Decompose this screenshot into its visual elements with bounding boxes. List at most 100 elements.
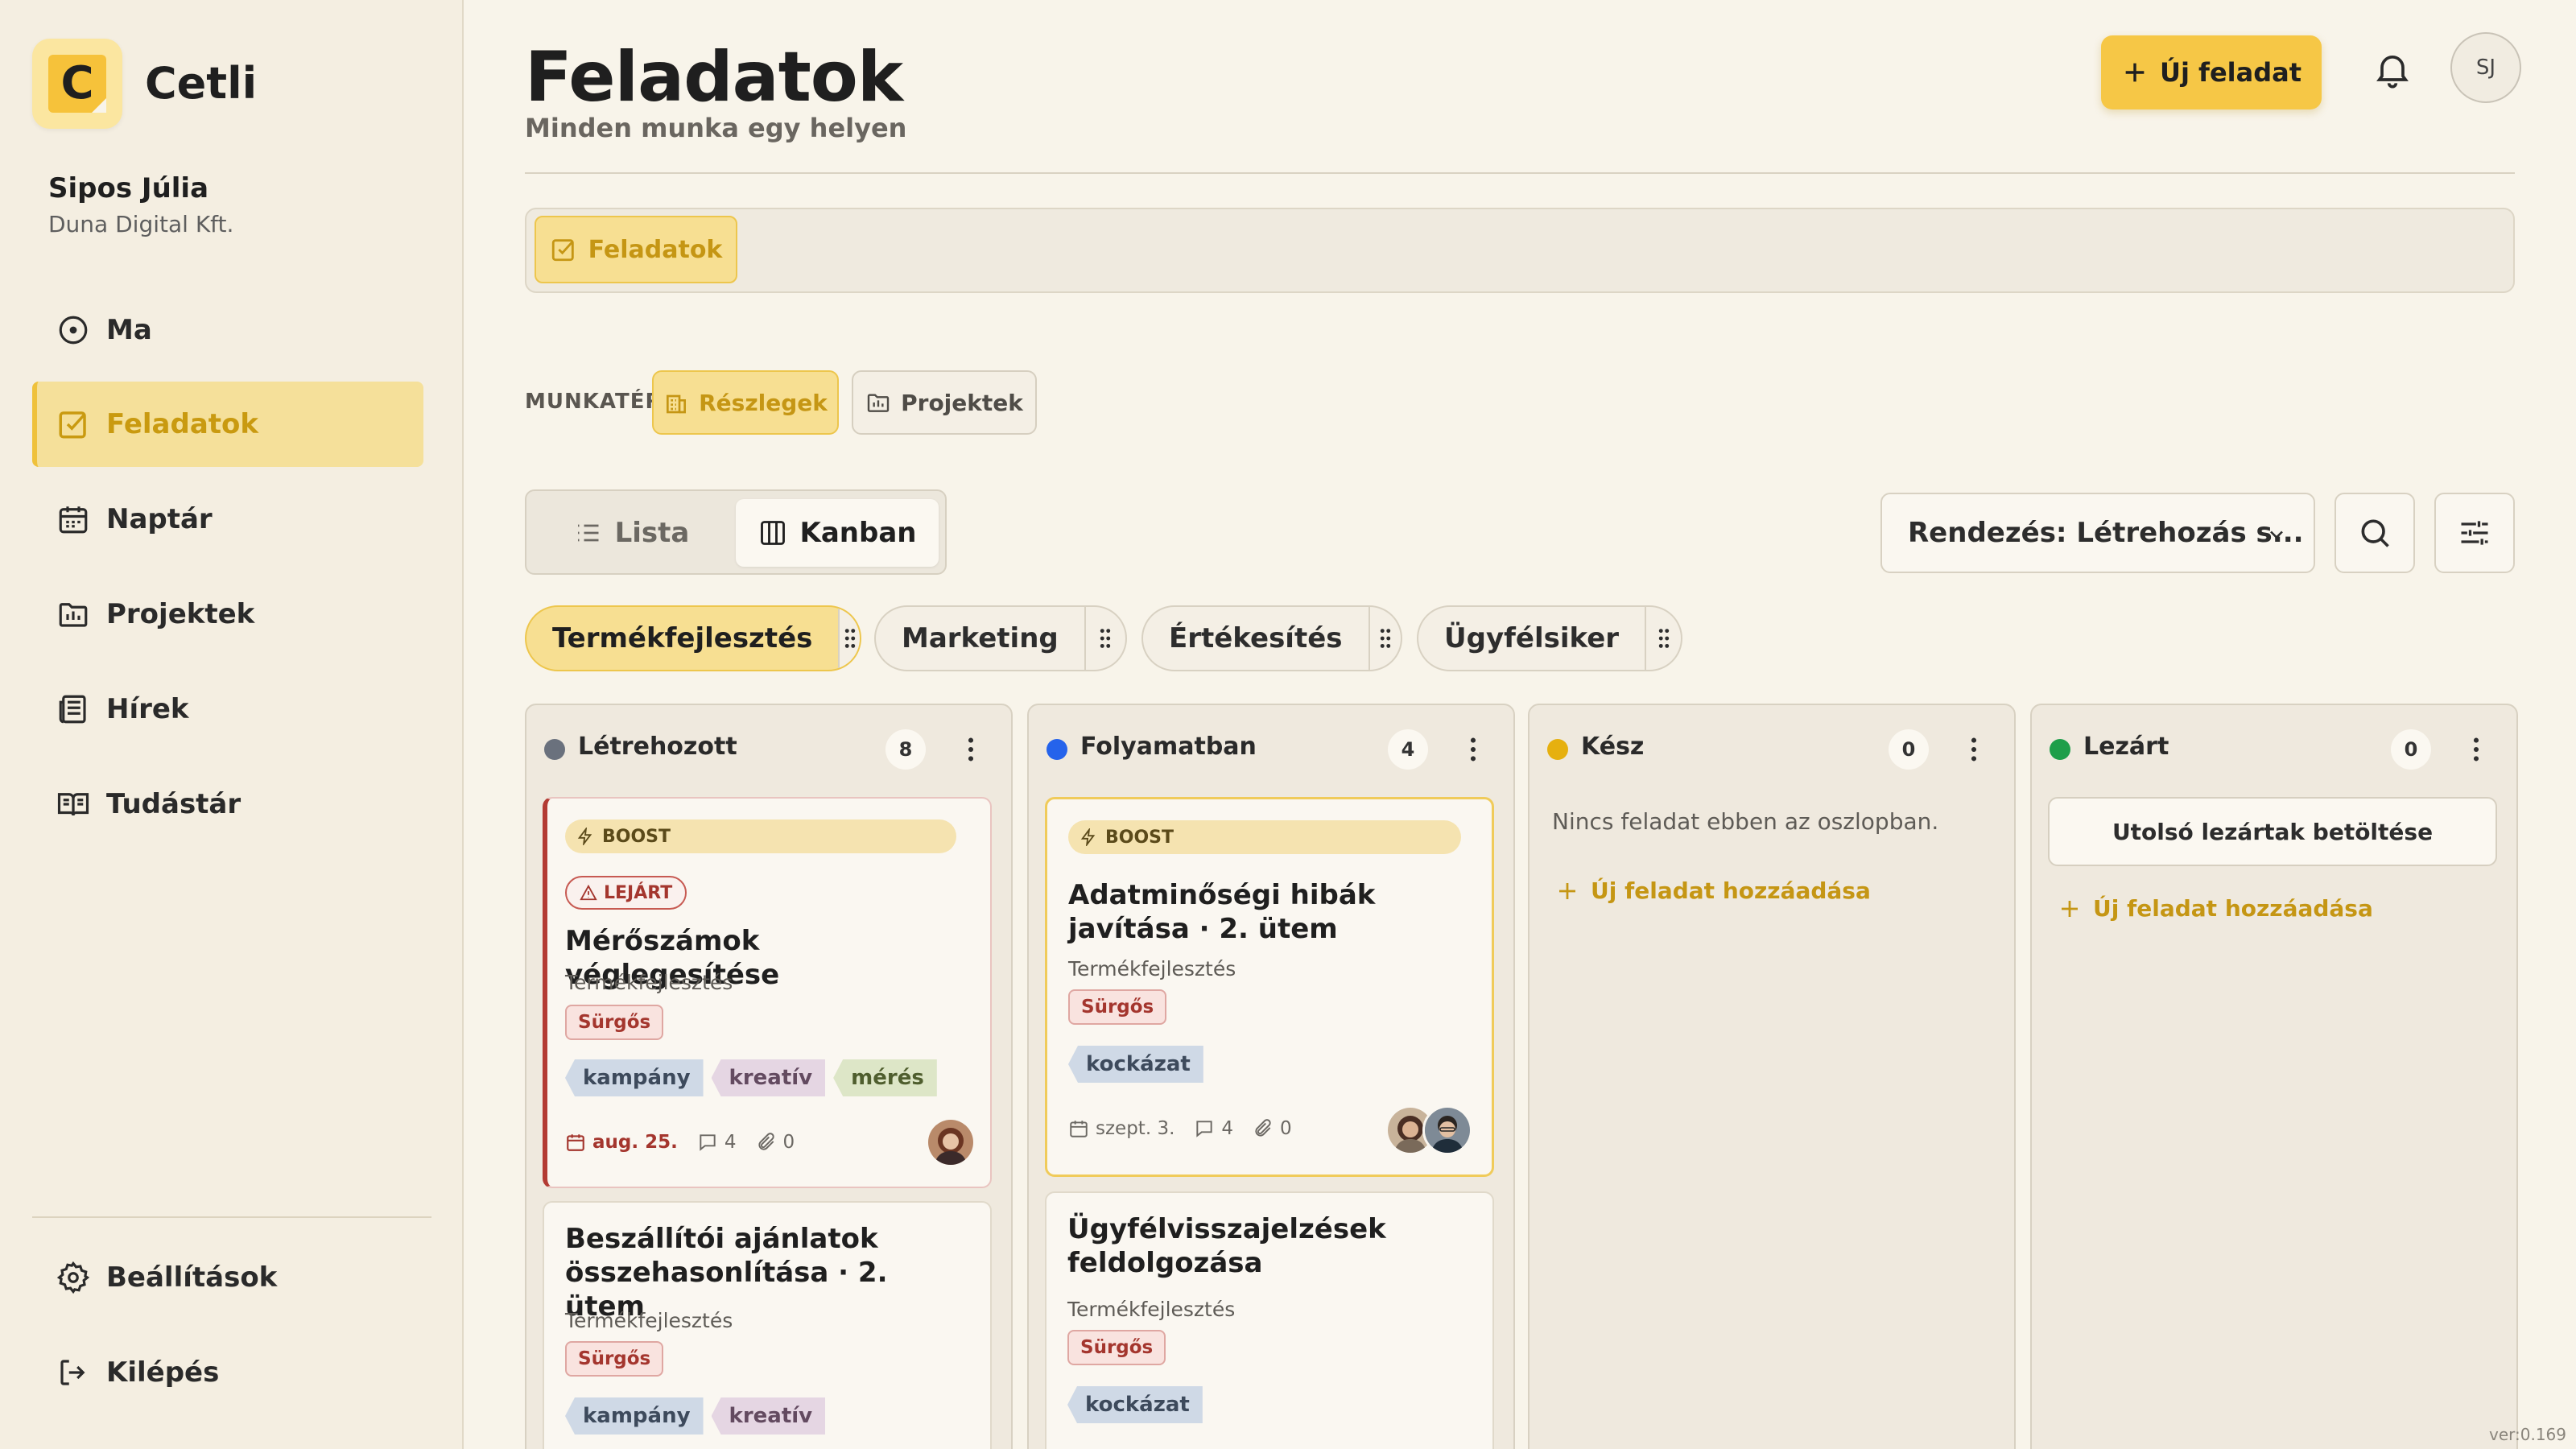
column-title: Létrehozott — [578, 733, 737, 761]
task-meta: aug. 25. 4 0 — [565, 1132, 814, 1153]
sidebar-item-hirek[interactable]: Hírek — [32, 667, 423, 752]
task-card[interactable]: Beszállítói ajánlatok összehasonlítása ·… — [543, 1201, 992, 1449]
sort-label: Rendezés: Létrehozás s... — [1908, 517, 2304, 549]
tab-feladatok[interactable]: Feladatok — [535, 216, 737, 283]
sidebar-item-label: Naptár — [106, 503, 213, 535]
department-chip-ugyfelsiker[interactable]: Ügyfélsiker — [1417, 605, 1682, 671]
more-vertical-icon[interactable] — [1969, 734, 1979, 765]
task-card[interactable]: Ügyfélvisszajelzések feldolgozása Termék… — [1045, 1191, 1494, 1449]
status-dot — [1046, 739, 1067, 760]
department-chip-termekfejlesztes[interactable]: Termékfejlesztés — [525, 605, 861, 671]
plus-icon — [1559, 882, 1575, 899]
status-dot — [544, 739, 565, 760]
assignee-avatar[interactable] — [926, 1117, 976, 1167]
tag: kreatív — [711, 1397, 826, 1435]
sort-select[interactable]: Rendezés: Létrehozás s... — [1880, 493, 2315, 573]
sidebar-divider — [32, 1216, 431, 1218]
task-title: Adatminőségi hibák javítása · 2. ütem — [1068, 879, 1376, 945]
page-title: Feladatok — [525, 37, 903, 118]
sidebar-item-ma[interactable]: Ma — [32, 287, 423, 373]
sidebar-item-projektek[interactable]: Projektek — [32, 572, 423, 657]
new-task-button[interactable]: Új feladat — [2101, 35, 2322, 109]
version-label: ver:0.169 — [2488, 1425, 2566, 1444]
search-icon — [2361, 519, 2389, 547]
task-card[interactable]: BOOST Adatminőségi hibák javítása · 2. ü… — [1045, 797, 1494, 1177]
user-avatar[interactable]: SJ — [2450, 32, 2521, 103]
empty-column-text: Nincs feladat ebben az oszlopban. — [1552, 808, 1939, 835]
lightning-icon — [1080, 828, 1096, 846]
list-icon — [577, 524, 599, 542]
search-button[interactable] — [2334, 493, 2415, 573]
bell-icon — [2376, 56, 2409, 89]
notifications-button[interactable] — [2372, 45, 2413, 93]
user-name: Sipos Júlia — [48, 172, 209, 204]
priority-badge: Sürgős — [1068, 989, 1167, 1025]
comment-icon — [1196, 1121, 1213, 1137]
lightning-icon — [577, 828, 592, 845]
checkbox-icon — [551, 239, 574, 262]
plus-icon — [2062, 900, 2078, 917]
sidebar-item-beallitasok[interactable]: Beállítások — [32, 1235, 423, 1320]
sidebar-item-feladatok[interactable]: Feladatok — [32, 382, 423, 467]
boost-label: BOOST — [1105, 827, 1174, 848]
department-chip-ertekesites[interactable]: Értékesítés — [1141, 605, 1402, 671]
add-task-button[interactable]: Új feladat hozzáadása — [1555, 877, 1871, 904]
more-vertical-icon[interactable] — [1468, 734, 1478, 765]
view-kanban-button[interactable]: Kanban — [736, 499, 939, 567]
calendar-icon — [567, 1134, 584, 1151]
app-logo[interactable]: C — [32, 39, 122, 129]
drag-handle-icon[interactable] — [838, 607, 860, 670]
folder-chart-icon — [59, 603, 88, 627]
user-company: Duna Digital Kft. — [48, 211, 234, 237]
task-card[interactable]: BOOST LEJÁRT Mérőszámok véglegesítése Te… — [543, 797, 992, 1188]
task-project: Termékfejlesztés — [1068, 957, 1236, 980]
attachment-count: 0 — [782, 1132, 795, 1153]
view-option-label: Lista — [614, 517, 690, 549]
tag: kampány — [565, 1397, 704, 1435]
task-title: Ügyfélvisszajelzések feldolgozása — [1067, 1213, 1386, 1279]
drag-handle-icon[interactable] — [1368, 607, 1401, 670]
column-header: Folyamatban 4 — [1029, 705, 1513, 794]
sidebar-item-kilepes[interactable]: Kilépés — [32, 1330, 423, 1415]
view-option-label: Kanban — [799, 517, 917, 549]
checkbox-icon — [59, 411, 86, 439]
view-lista-button[interactable]: Lista — [535, 499, 728, 567]
paperclip-icon — [1255, 1119, 1271, 1137]
load-closed-button[interactable]: Utolsó lezártak betöltése — [2048, 797, 2497, 866]
page-subtitle: Minden munka egy helyen — [525, 113, 907, 143]
workspace-option-label: Projektek — [901, 389, 1023, 416]
task-project: Termékfejlesztés — [1067, 1298, 1236, 1321]
column-title: Kész — [1581, 733, 1645, 761]
view-switcher: Lista Kanban — [525, 489, 947, 575]
sidebar-item-tudastar[interactable]: Tudástár — [32, 762, 423, 847]
more-vertical-icon[interactable] — [966, 734, 976, 765]
column-count-badge: 8 — [886, 729, 926, 770]
kanban-column-kesz: Kész 0 Nincs feladat ebben az oszlopban.… — [1528, 704, 2016, 1449]
drag-handle-icon[interactable] — [1084, 607, 1125, 670]
assignee-avatar[interactable] — [1422, 1105, 1472, 1155]
add-task-label: Új feladat hozzáadása — [1591, 877, 1871, 904]
workspace-reszlegek-button[interactable]: Részlegek — [652, 370, 839, 435]
more-vertical-icon[interactable] — [2471, 734, 2481, 765]
building-icon — [667, 394, 687, 414]
due-date: szept. 3. — [1096, 1118, 1175, 1139]
workspace-projektek-button[interactable]: Projektek — [852, 370, 1037, 435]
priority-badge: Sürgős — [1067, 1330, 1166, 1365]
add-task-button[interactable]: Új feladat hozzáadása — [2058, 895, 2373, 922]
department-chip-marketing[interactable]: Marketing — [874, 605, 1127, 671]
header-divider — [525, 172, 2515, 174]
drag-handle-icon[interactable] — [1645, 607, 1681, 670]
kanban-column-letrehozott: Létrehozott 8 BOOST LEJÁRT Mérőszámok vé… — [525, 704, 1013, 1449]
sidebar-item-naptar[interactable]: Naptár — [32, 477, 423, 562]
warning-icon — [580, 884, 597, 901]
clock-icon — [59, 316, 88, 345]
tag: kampány — [565, 1059, 704, 1096]
workspace-option-label: Részlegek — [699, 389, 828, 416]
department-label: Termékfejlesztés — [552, 622, 813, 654]
logo-fold — [92, 98, 106, 113]
chevron-down-icon — [2270, 530, 2283, 539]
filter-button[interactable] — [2434, 493, 2515, 573]
kanban-column-folyamatban: Folyamatban 4 BOOST Adatminőségi hibák j… — [1027, 704, 1515, 1449]
department-label: Ügyfélsiker — [1444, 622, 1620, 654]
calendar-icon — [1070, 1121, 1088, 1137]
